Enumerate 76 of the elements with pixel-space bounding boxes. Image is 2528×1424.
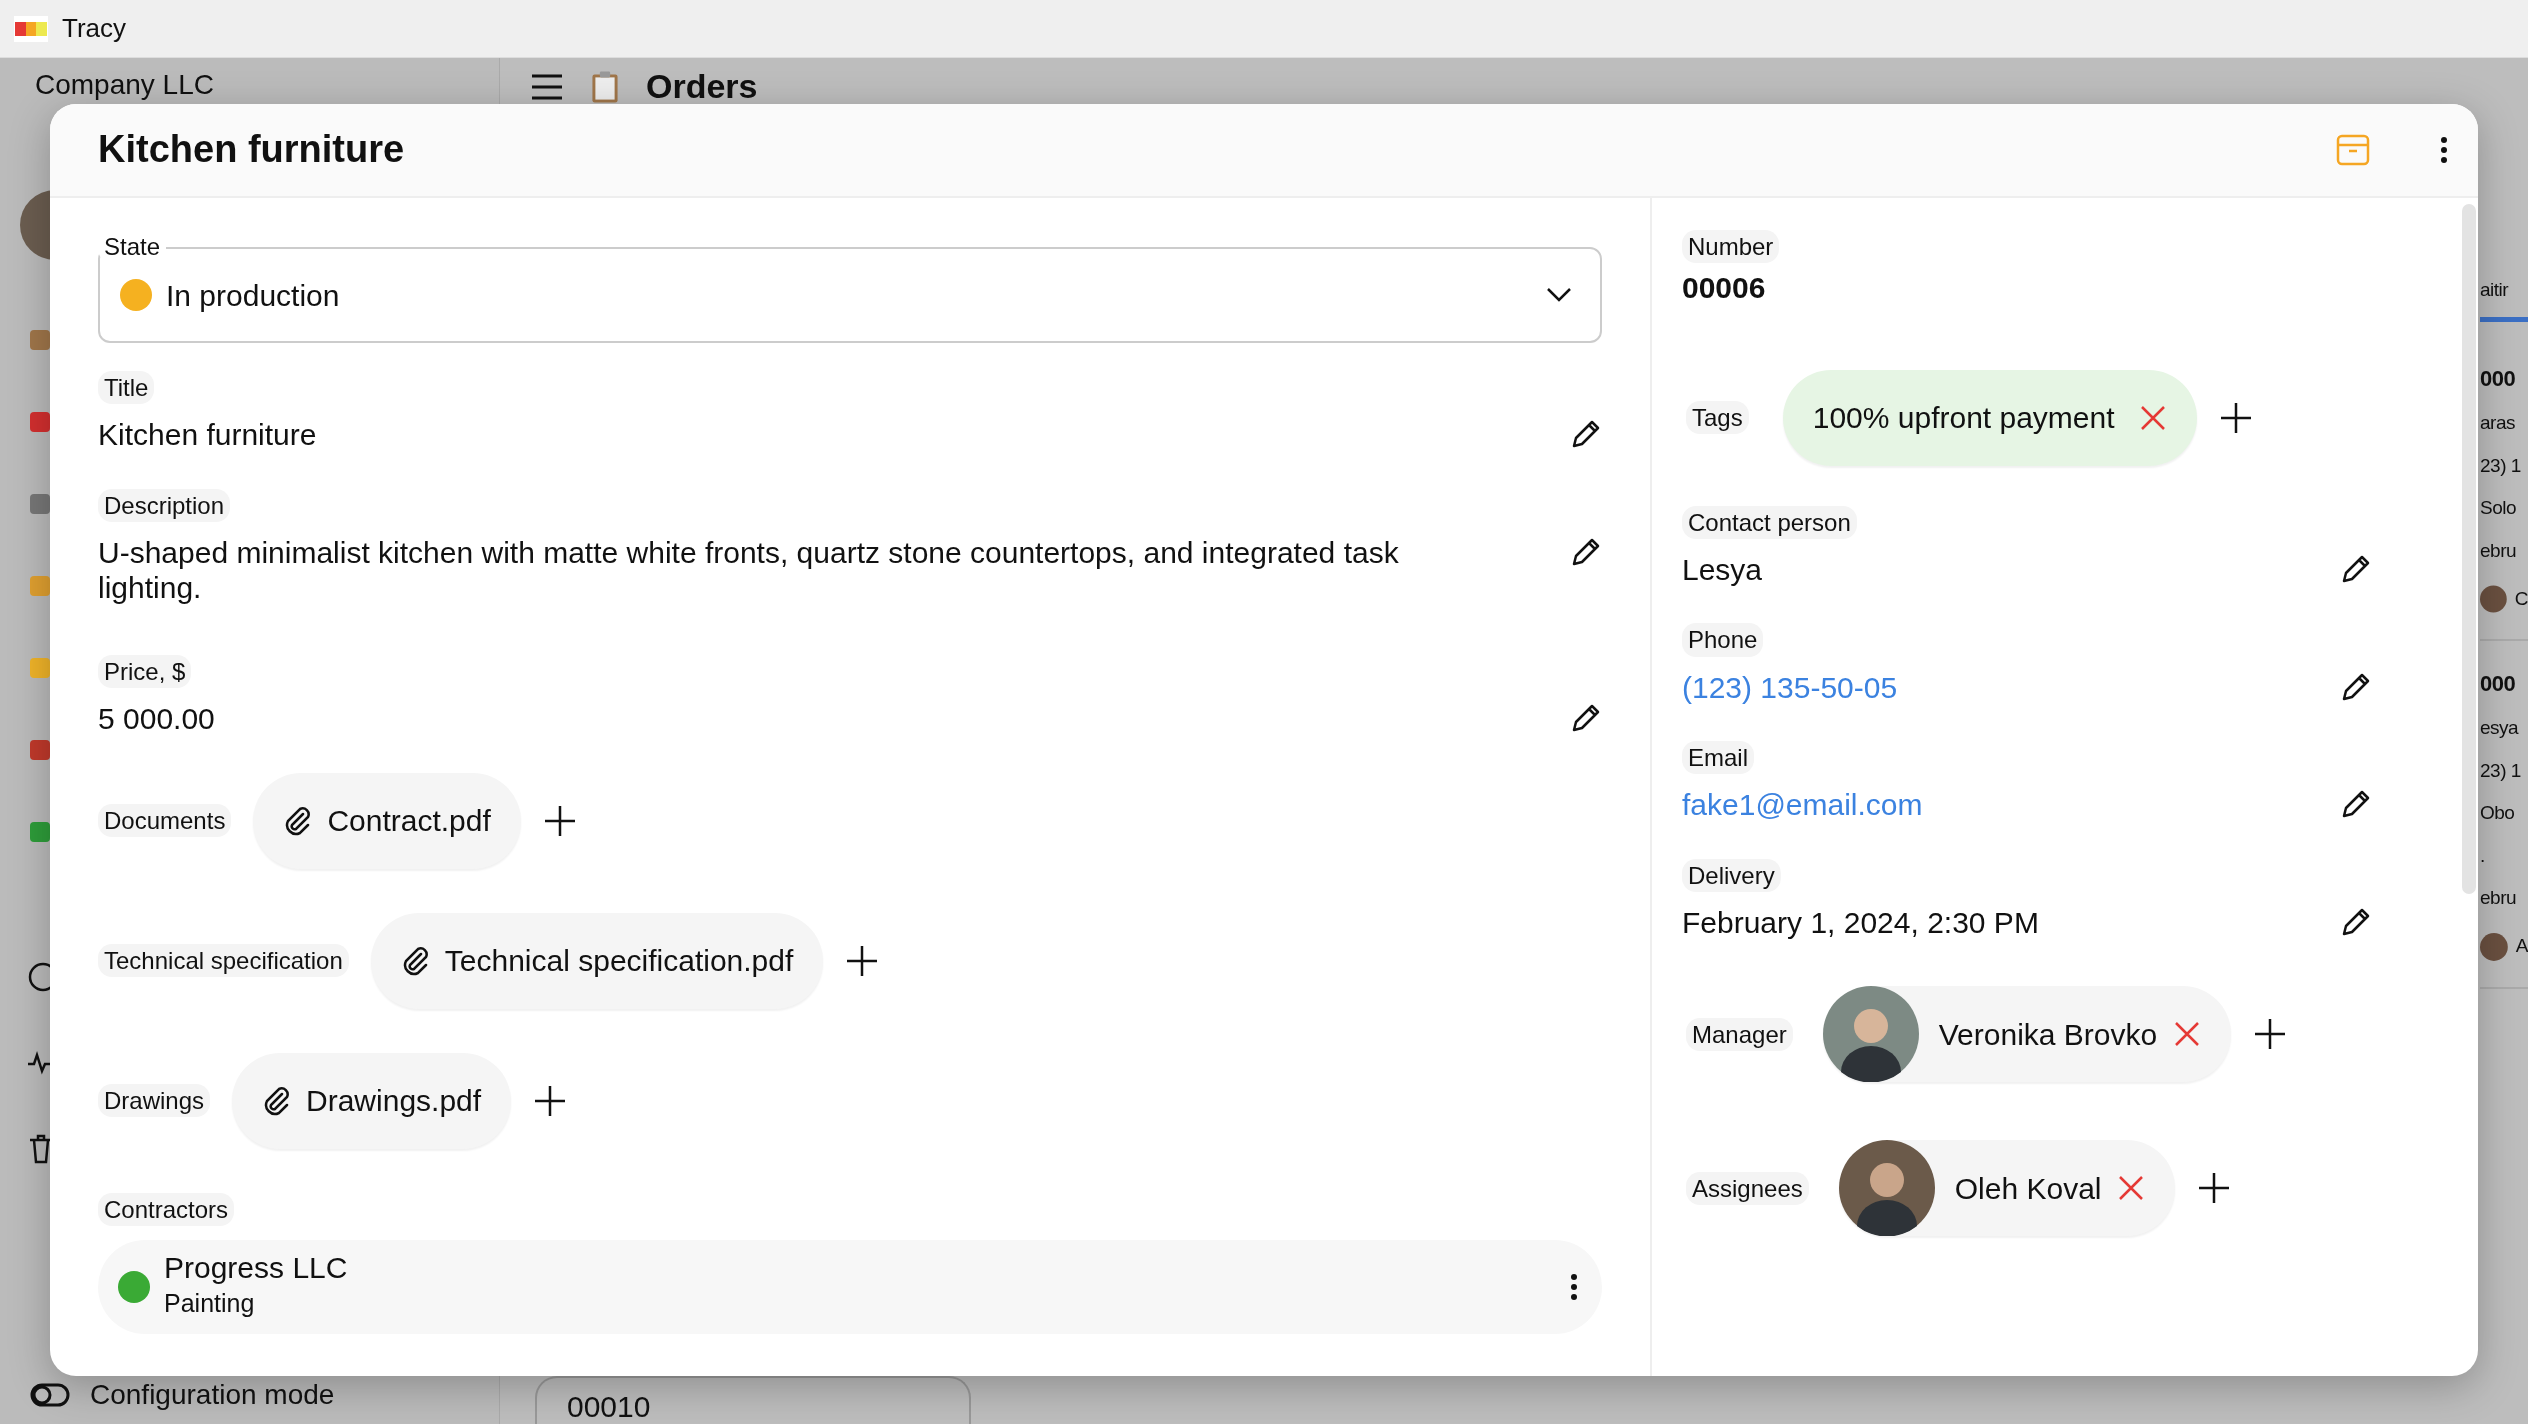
add-button[interactable] [2218, 400, 2253, 435]
card-text: aras [2480, 411, 2516, 435]
add-icon [2253, 1017, 2288, 1052]
company-name: Company LLC [35, 69, 214, 100]
field-label: Delivery [1682, 858, 1781, 892]
add-icon [542, 803, 577, 838]
sidebar-icon[interactable] [28, 410, 52, 434]
sidebar-icon[interactable] [28, 328, 52, 352]
field-label: Tags [1686, 401, 1749, 435]
card-text: 000 [2480, 670, 2517, 698]
remove-icon[interactable] [2138, 403, 2167, 432]
field-label: Contact person [1682, 505, 1857, 539]
sidebar-icon[interactable] [28, 492, 52, 516]
tab[interactable]: aitir [2480, 279, 2509, 300]
field-value: Kitchen furniture [98, 418, 317, 453]
add-icon [845, 943, 880, 978]
file-chip[interactable]: Contract.pdf [253, 772, 521, 869]
field-value: U-shaped minimalist kitchen with matte white fronts, quartz stone countertops, and integrated task lighting. [98, 536, 1400, 606]
card-text: Solo [2480, 496, 2518, 520]
person-name: C [2514, 586, 2528, 611]
contractor-name: Progress LLC [164, 1250, 349, 1286]
add-button[interactable] [542, 803, 577, 838]
add-button[interactable] [845, 943, 880, 978]
sidebar-icon[interactable] [28, 820, 52, 844]
field-label: Number [1682, 230, 1780, 264]
sidebar-icon[interactable] [28, 738, 52, 762]
app-logo [14, 15, 48, 42]
add-icon [533, 1083, 568, 1118]
tag-text: 100% upfront payment [1812, 400, 2115, 437]
dialog-title: Kitchen furniture [98, 127, 405, 173]
person-name: A [2515, 934, 2528, 959]
card-text: esya [2480, 716, 2520, 740]
field-label: Technical specification [98, 944, 349, 978]
field-label: Manager [1686, 1017, 1793, 1052]
add-icon [2218, 400, 2253, 435]
field-label: Assignees [1686, 1171, 1809, 1206]
contact-link[interactable]: fake1@email.com [1682, 788, 1923, 823]
person-name: Oleh Koval [1954, 1170, 2102, 1207]
contractor-card[interactable]: Progress LLC Painting [98, 1239, 1602, 1334]
field-label: Drawings [98, 1084, 211, 1118]
order-number: 00006 [1682, 271, 1766, 306]
add-button[interactable] [533, 1083, 568, 1118]
toggle-icon[interactable] [30, 1383, 70, 1407]
add-icon [2197, 1171, 2232, 1206]
field-value: Lesya [1682, 552, 1763, 588]
menu-item[interactable]: Configuration mode [90, 1374, 335, 1416]
contact-link[interactable]: (123) 135-50-05 [1682, 670, 1898, 706]
file-chip[interactable]: Technical specification.pdf [370, 912, 824, 1009]
field-label: Documents [98, 804, 232, 838]
card-text: ebru [2480, 538, 2518, 563]
field-value: 5 000.00 [98, 702, 215, 737]
order-number: 00010 [567, 1390, 651, 1423]
more-icon[interactable] [2440, 136, 2448, 164]
card-text: 23) 1 [2480, 453, 2522, 478]
card-text: 000 [2480, 365, 2517, 393]
card-text: Obo [2480, 801, 2516, 825]
file-chip[interactable]: Drawings.pdf [232, 1052, 512, 1149]
add-button[interactable] [2253, 1017, 2288, 1052]
field-label: Phone [1682, 623, 1764, 657]
field-label: Contractors [98, 1192, 235, 1226]
card-text: . [2480, 843, 2486, 868]
more-icon[interactable] [1570, 1272, 1578, 1301]
add-button[interactable] [2197, 1171, 2232, 1206]
chevron-down-icon [1546, 287, 1572, 304]
window-title: Tracy [62, 12, 127, 45]
card-text: 23) 1 [2480, 758, 2522, 783]
sidebar-icon[interactable] [28, 574, 52, 598]
card-text: ebru [2480, 886, 2518, 910]
field-label: Price, $ [98, 655, 192, 689]
field-label: Email [1682, 741, 1754, 775]
field-value: February 1, 2024, 2:30 PM [1682, 905, 2039, 941]
contractor-role: Painting [164, 1288, 256, 1320]
person-name: Veronika Brovko [1938, 1016, 2158, 1053]
field-label: Description [98, 488, 231, 523]
page-title: Orders [646, 66, 758, 107]
field-label: Title [98, 371, 155, 405]
